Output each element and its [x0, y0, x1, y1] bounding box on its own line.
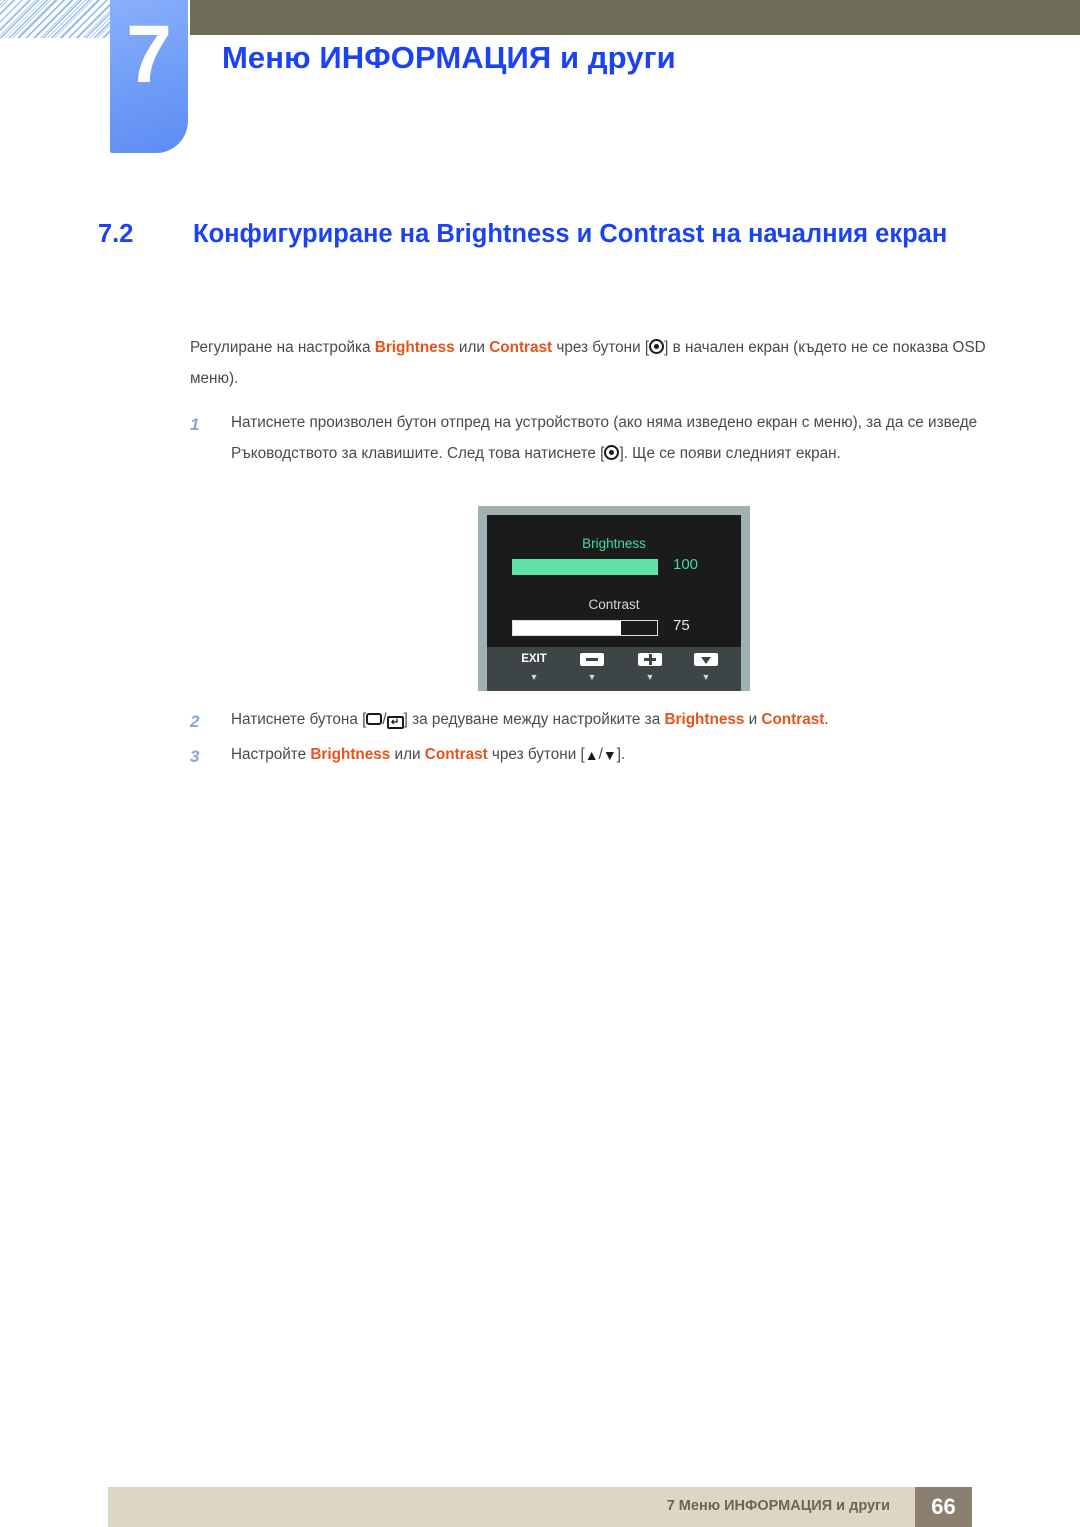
down-arrow-icon: [694, 653, 718, 666]
footer-chapter-text: 7 Меню ИНФОРМАЦИЯ и други: [666, 1498, 890, 1514]
step2-text-1: Натиснете бутона [: [231, 711, 367, 728]
enter-button-icon: ↵: [386, 716, 404, 729]
step3-text-1: Настройте: [231, 746, 311, 763]
keyword-contrast: Contrast: [424, 746, 488, 763]
step3-text-3: чрез бутони [: [487, 746, 585, 763]
step-item-2: 2 Натиснете бутона [ / ↵] за редуване межд…: [190, 705, 1005, 736]
osd-down-button[interactable]: [677, 653, 735, 666]
footer-bar: 7 Меню ИНФОРМАЦИЯ и други 66: [108, 1487, 972, 1527]
osd-brightness-label: Brightness: [582, 536, 646, 551]
osd-contrast-bar-fill: [513, 621, 621, 635]
footer-page-number: 66: [915, 1487, 972, 1527]
step-number-2: 2: [190, 712, 200, 731]
osd-button-bar: EXIT ▼ ▼ ▼ ▼: [487, 647, 741, 691]
step2-text-3: и: [744, 711, 762, 728]
step3-text-2: или: [390, 746, 425, 763]
up-arrow-button-icon: ▲: [584, 747, 599, 763]
osd-contrast-label: Contrast: [588, 597, 640, 612]
osd-contrast-value: 75: [673, 617, 690, 634]
step3-text-4: ].: [616, 746, 626, 763]
step1-text-2: ]. Ще се появи следният екран.: [619, 444, 841, 462]
keyword-contrast: Contrast: [489, 339, 553, 356]
intro-text-2: или: [454, 339, 490, 356]
intro-text-3: чрез бутони [: [552, 339, 650, 356]
intro-text-1: Регулиране на настройка: [190, 339, 375, 356]
step2-separator: /: [382, 711, 387, 728]
osd-minus-button[interactable]: [563, 653, 621, 666]
minus-icon: [580, 653, 604, 666]
osd-exit-button[interactable]: EXIT: [505, 653, 563, 665]
osd-caret-2: ▼: [587, 672, 597, 682]
step-body-3: Настройте Brightness или Contrast чрез б…: [231, 740, 1005, 771]
keyword-brightness: Brightness: [374, 339, 455, 356]
source-square-button-icon: [366, 713, 383, 725]
keyword-brightness: Brightness: [664, 711, 745, 728]
osd-brightness-bar[interactable]: [512, 559, 658, 575]
osd-screen: Brightness 100 Contrast 75 EXIT ▼ ▼ ▼ ▼: [487, 515, 741, 691]
osd-screenshot: Brightness 100 Contrast 75 EXIT ▼ ▼ ▼ ▼: [478, 506, 750, 691]
section-number: 7.2: [98, 220, 134, 248]
osd-plus-button[interactable]: [621, 653, 679, 666]
section-heading: 7.2 Конфигуриране на Brightness и Contras…: [98, 218, 998, 252]
keyword-brightness: Brightness: [310, 746, 391, 763]
step-item-3: 3 Настройте Brightness или Contrast чрез…: [190, 740, 1005, 771]
step-item-1: 1 Натиснете произволен бутон отпред на у…: [190, 408, 1005, 469]
down-arrow-button-icon: ▼: [602, 747, 617, 763]
osd-caret-3: ▼: [645, 672, 655, 682]
step-number-3: 3: [190, 747, 200, 766]
intro-paragraph: Регулиране на настройка Brightness или C…: [190, 333, 1005, 394]
header-olive-bar: [190, 0, 1080, 35]
step-body-1: Натиснете произволен бутон отпред на уст…: [231, 408, 1005, 469]
section-title: Конфигуриране на Brightness и Contrast н…: [193, 220, 948, 248]
step2-text-2: ] за редуване между настройките за: [403, 711, 665, 728]
chapter-tab: 7: [110, 0, 188, 153]
corner-hatch-overlay: [0, 0, 112, 38]
osd-caret-4: ▼: [701, 672, 711, 682]
step-number-1: 1: [190, 415, 200, 434]
chapter-title: Меню ИНФОРМАЦИЯ и други: [222, 40, 676, 75]
step-body-2: Натиснете бутона [ / ↵] за редуване между …: [231, 705, 1005, 736]
circle-dot-button-icon: [649, 339, 665, 354]
circle-dot-button-icon: [604, 444, 620, 460]
osd-caret-1: ▼: [529, 672, 539, 682]
osd-brightness-value: 100: [673, 556, 699, 573]
step2-text-4: .: [824, 711, 829, 728]
osd-contrast-bar[interactable]: [512, 620, 658, 636]
keyword-contrast: Contrast: [761, 711, 825, 728]
plus-icon: [638, 653, 662, 666]
chapter-number: 7: [126, 9, 172, 100]
